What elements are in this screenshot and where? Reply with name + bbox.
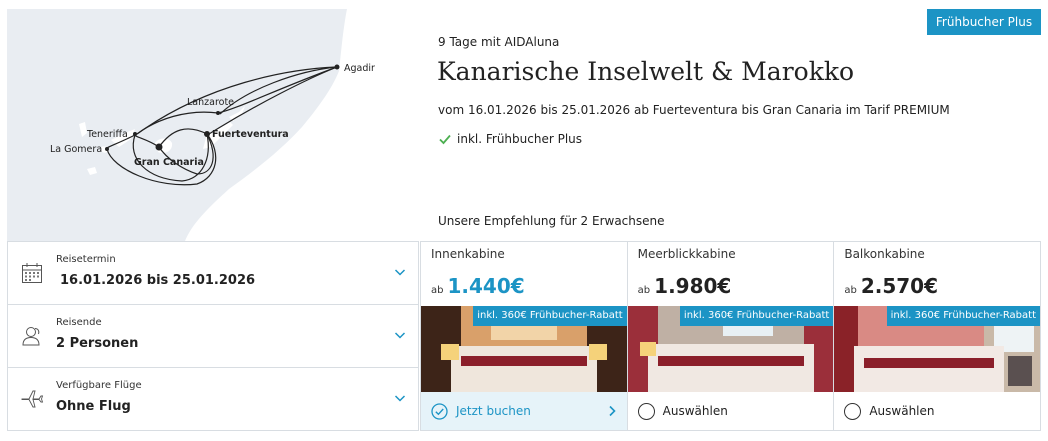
flight-selector-value: Ohne Flug [56, 399, 131, 414]
radio-button[interactable] [844, 402, 862, 420]
recommendation-text: Unsere Empfehlung für 2 Erwachsene [438, 214, 665, 228]
cruise-title: Kanarische Inselwelt & Marokko [437, 57, 855, 86]
chevron-down-icon[interactable] [394, 266, 406, 278]
price-prefix: ab [431, 285, 444, 296]
included-feature: inkl. Frühbucher Plus [438, 132, 582, 146]
cabin-price: ab 1.440€ [431, 274, 525, 298]
flight-selector[interactable]: Verfügbare Flüge Ohne Flug [8, 368, 418, 431]
map-label-gran-canaria: Gran Canaria [134, 157, 204, 168]
flight-selector-label: Verfügbare Flüge [56, 380, 142, 391]
discount-badge: inkl. 360€ Frühbucher-Rabatt [473, 306, 627, 326]
early-booking-badge: Frühbucher Plus [927, 9, 1041, 35]
chevron-down-icon[interactable] [394, 392, 406, 404]
map-label-lanzarote: Lanzarote [187, 97, 234, 108]
discount-badge: inkl. 360€ Frühbucher-Rabatt [679, 306, 834, 326]
price-prefix: ab [637, 285, 651, 296]
select-label: Auswählen [662, 404, 728, 418]
date-selector[interactable]: Reisetermin 16.01.2026 bis 25.01.2026 [8, 242, 418, 305]
cabin-name: Meerblickkabine [637, 247, 736, 261]
price-amount: 1.440€ [447, 274, 525, 298]
price-amount: 1.980€ [654, 274, 732, 298]
cruise-dates: vom 16.01.2026 bis 25.01.2026 ab Fuertev… [438, 103, 950, 117]
travelers-selector[interactable]: Reisende 2 Personen [8, 305, 418, 368]
map-label-agadir: Agadir [344, 63, 375, 74]
plane-icon [21, 390, 44, 408]
book-now-button[interactable]: Jetzt buchen [421, 392, 627, 430]
check-icon [439, 134, 451, 145]
chevron-right-icon [609, 405, 616, 417]
check-circle-icon [431, 402, 448, 420]
cabin-name: Innenkabine [431, 247, 505, 261]
radio-button[interactable] [637, 402, 655, 420]
cabin-price: ab 1.980€ [638, 274, 732, 298]
discount-badge: inkl. 360€ Frühbucher-Rabatt [886, 306, 1041, 326]
price-prefix: ab [844, 285, 857, 296]
route-map: Agadir Lanzarote Teneriffa Fuerteventura… [7, 9, 419, 241]
cabin-name: Balkonkabine [844, 247, 925, 261]
chevron-down-icon[interactable] [394, 329, 406, 341]
cabin-card-inside[interactable]: Innenkabine ab 1.440€ inkl. 360€ Frühbuc… [420, 242, 627, 430]
select-cabin-button[interactable]: Auswählen [628, 392, 834, 430]
travelers-selector-value: 2 Personen [56, 336, 139, 351]
map-label-la-gomera: La Gomera [50, 144, 102, 155]
cabin-options: Innenkabine ab 1.440€ inkl. 360€ Frühbuc… [420, 241, 1041, 431]
book-now-label: Jetzt buchen [456, 404, 531, 418]
cruise-subtitle: 9 Tage mit AIDAluna [438, 35, 560, 49]
cabin-card-sea-view[interactable]: Meerblickkabine ab 1.980€ inkl. 360€ Frü… [626, 242, 834, 430]
cabin-card-balcony[interactable]: Balkonkabine ab 2.570€ inkl. 360€ Frühbu… [833, 242, 1041, 430]
included-label: inkl. Frühbucher Plus [457, 132, 583, 146]
calendar-icon [22, 263, 42, 283]
date-selector-value: 16.01.2026 bis 25.01.2026 [60, 273, 256, 288]
travelers-selector-label: Reisende [56, 317, 102, 328]
person-icon [22, 327, 40, 346]
map-label-teneriffa: Teneriffa [86, 129, 128, 140]
map-label-fuerteventura: Fuerteventura [212, 129, 289, 140]
price-amount: 2.570€ [860, 274, 939, 298]
date-selector-label: Reisetermin [56, 254, 116, 265]
cabin-price: ab 2.570€ [844, 274, 938, 298]
select-cabin-button[interactable]: Auswählen [834, 392, 1040, 430]
travel-selectors: Reisetermin 16.01.2026 bis 25.01.2026 Re… [7, 241, 419, 431]
select-label: Auswählen [869, 404, 935, 418]
